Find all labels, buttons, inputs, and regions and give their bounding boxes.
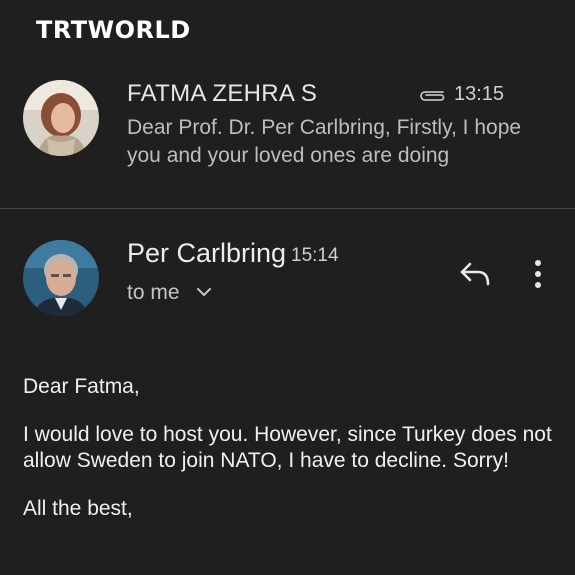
reply-icon[interactable] [458, 260, 492, 293]
more-vert-icon[interactable] [532, 258, 544, 295]
body-closing: All the best, [23, 497, 133, 520]
message-sender-name: Per Carlbring [127, 238, 287, 268]
recipient-line[interactable]: to me [127, 281, 180, 305]
message-body: Dear Fatma, I would love to host you. Ho… [23, 374, 563, 544]
sender-avatar-fatma[interactable] [23, 80, 99, 156]
thread-snippet: Dear Prof. Dr. Per Carlbring, Firstly, I… [127, 116, 522, 167]
sender-avatar-per[interactable] [23, 240, 99, 316]
brand-logo: TRTWORLD [36, 16, 191, 44]
body-greeting: Dear Fatma, [23, 375, 140, 398]
body-paragraph: I would love to host you. However, since… [23, 423, 552, 472]
paperclip-icon [417, 88, 447, 107]
thread-sender-name: FATMA ZEHRA S [127, 80, 318, 107]
divider [0, 208, 575, 209]
chevron-down-icon[interactable] [195, 285, 213, 304]
message-timestamp: 15:14 [291, 245, 339, 266]
thread-timestamp: 13:15 [454, 83, 505, 105]
